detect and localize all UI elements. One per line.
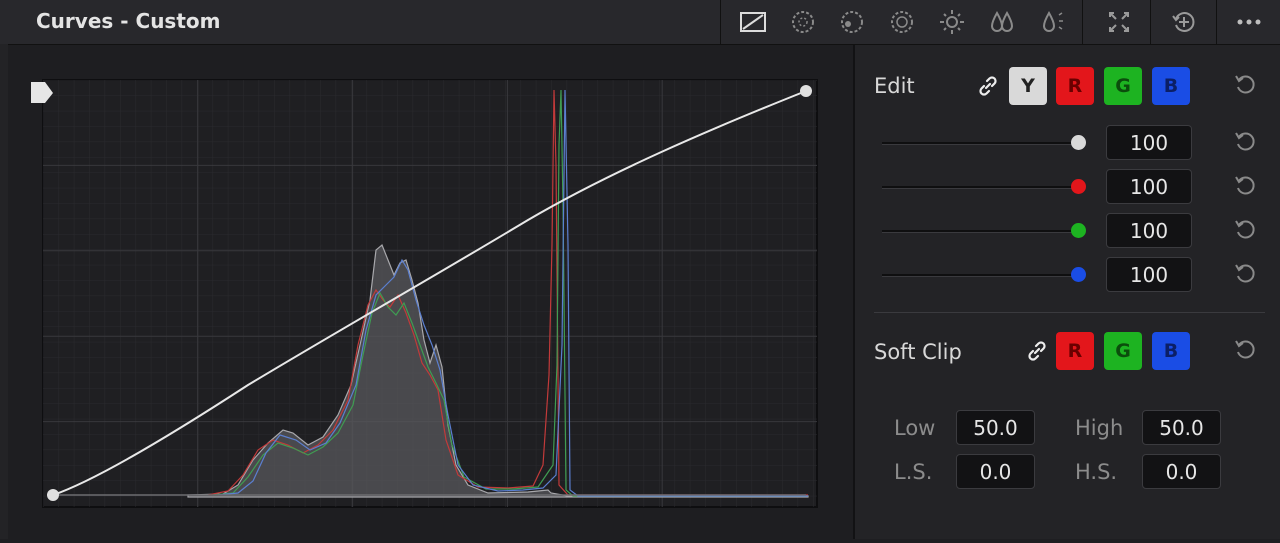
curve-options-panel: Edit Y R G B 100 100 100 100 Soft Clip R… [855,45,1280,539]
low-soft-label: L.S. [894,460,933,484]
reset-icon[interactable] [1232,336,1260,364]
r-intensity-slider[interactable] [882,186,1080,189]
low-soft-field[interactable]: 0.0 [956,454,1035,489]
link-icon[interactable] [1025,339,1049,363]
soft-clip-r-button[interactable]: R [1056,332,1094,370]
link-icon[interactable] [976,74,1000,98]
soft-clip-b-button[interactable]: B [1152,332,1190,370]
edit-label: Edit [874,74,915,98]
high-field[interactable]: 50.0 [1142,410,1221,445]
curve-editor[interactable] [8,45,853,539]
curve-point-white[interactable] [800,85,812,97]
curve-graph-panel [8,45,853,539]
soft-clip-label: Soft Clip [874,340,962,364]
lum-vs-sat-icon[interactable] [936,6,968,38]
g-intensity-slider[interactable] [882,230,1080,233]
toolbar-divider [1082,0,1083,44]
high-soft-label: H.S. [1075,460,1118,484]
b-slider-knob[interactable] [1071,267,1086,282]
b-intensity-field[interactable]: 100 [1106,257,1192,292]
r-intensity-field[interactable]: 100 [1106,169,1192,204]
low-label: Low [894,416,936,440]
reset-icon[interactable] [1232,216,1260,244]
channel-r-button[interactable]: R [1056,67,1094,105]
reset-icon[interactable] [1232,172,1260,200]
reset-icon[interactable] [1232,71,1260,99]
sat-vs-lum-icon[interactable] [1036,6,1068,38]
reset-icon[interactable] [1232,128,1260,156]
add-node-icon[interactable] [1168,6,1200,38]
r-slider-knob[interactable] [1071,179,1086,194]
toolbar-divider [720,0,721,44]
expand-icon[interactable] [1103,6,1135,38]
channel-g-button[interactable]: G [1104,67,1142,105]
reset-icon[interactable] [1232,260,1260,288]
hue-vs-lum-icon[interactable] [886,6,918,38]
section-divider [874,312,1265,313]
toolbar-divider [1150,0,1151,44]
high-soft-field[interactable]: 0.0 [1142,454,1221,489]
curve-point-black[interactable] [47,489,59,501]
channel-b-button[interactable]: B [1152,67,1190,105]
hue-vs-sat-icon[interactable] [836,6,868,38]
g-intensity-field[interactable]: 100 [1106,213,1192,248]
g-slider-knob[interactable] [1071,223,1086,238]
channel-y-button[interactable]: Y [1009,67,1047,105]
curves-mode-icon[interactable] [737,6,769,38]
y-intensity-slider[interactable] [882,142,1080,145]
panel-header: Curves - Custom [0,0,1280,45]
panel-title: Curves - Custom [36,9,221,33]
low-field[interactable]: 50.0 [956,410,1035,445]
b-intensity-slider[interactable] [882,274,1080,277]
y-slider-knob[interactable] [1071,135,1086,150]
high-label: High [1075,416,1124,440]
sat-vs-sat-icon[interactable] [986,6,1018,38]
toolbar-divider [1216,0,1217,44]
more-options-icon[interactable] [1233,6,1265,38]
hue-vs-hue-icon[interactable] [787,6,819,38]
soft-clip-g-button[interactable]: G [1104,332,1142,370]
y-intensity-field[interactable]: 100 [1106,125,1192,160]
